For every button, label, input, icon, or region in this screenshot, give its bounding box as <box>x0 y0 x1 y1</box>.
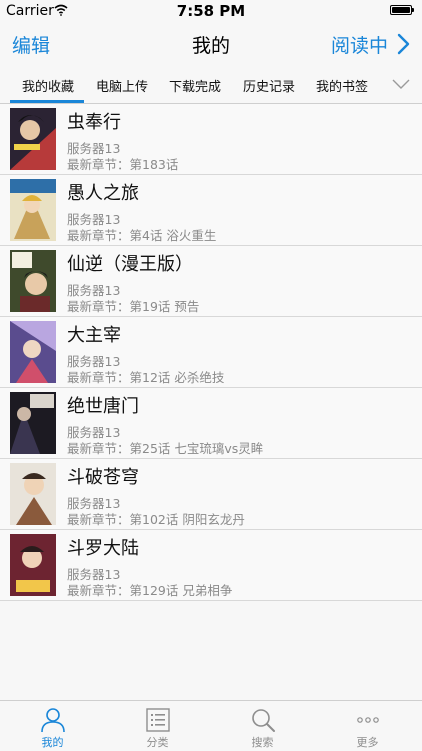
cover-image <box>10 463 56 525</box>
cover-image <box>10 321 56 383</box>
cover-image <box>10 534 56 596</box>
comic-title: 仙逆（漫王版） <box>67 254 193 275</box>
search-icon <box>252 709 275 732</box>
tab-pc-upload[interactable]: 电脑上传 <box>96 76 148 95</box>
tabbar-item-search[interactable]: 搜索 <box>210 701 315 751</box>
chevron-down-icon[interactable] <box>392 78 410 90</box>
bottom-tab-bar: 我的 分类 搜索 更多 <box>0 700 422 750</box>
cover-image <box>10 392 56 454</box>
list-item[interactable]: 斗罗大陆 服务器13 最新章节：第129话 兄弟相争 <box>0 530 422 601</box>
tab-history[interactable]: 历史记录 <box>243 76 295 95</box>
cover-image <box>10 250 56 312</box>
comic-title: 绝世唐门 <box>67 396 139 417</box>
comic-latest-chapter: 最新章节：第25话 七宝琉璃vs灵眸 <box>67 441 264 456</box>
reading-button[interactable]: 阅读中 <box>331 31 388 58</box>
list-item[interactable]: 仙逆（漫王版） 服务器13 最新章节：第19话 预告 <box>0 246 422 317</box>
segment-tabs: 我的收藏 电脑上传 下载完成 历史记录 我的书签 <box>0 66 422 104</box>
tabbar-item-category[interactable]: 分类 <box>105 701 210 751</box>
comic-latest-chapter: 最新章节：第129话 兄弟相争 <box>67 583 233 598</box>
comic-latest-chapter: 最新章节：第102话 阴阳玄龙丹 <box>67 512 245 527</box>
tabbar-label: 分类 <box>146 736 169 749</box>
tabbar-item-mine[interactable]: 我的 <box>0 701 105 751</box>
comic-latest-chapter: 最新章节：第183话 <box>67 157 179 172</box>
more-icon <box>357 717 379 723</box>
tabbar-item-more[interactable]: 更多 <box>315 701 420 751</box>
comic-latest-chapter: 最新章节：第4话 浴火重生 <box>67 228 217 243</box>
comic-list: 虫奉行 服务器13 最新章节：第183话 愚人之旅 服务器13 最新章节：第4话… <box>0 104 422 700</box>
list-item[interactable]: 绝世唐门 服务器13 最新章节：第25话 七宝琉璃vs灵眸 <box>0 388 422 459</box>
comic-latest-chapter: 最新章节：第19话 预告 <box>67 299 200 314</box>
navigation-bar: 编辑 我的 阅读中 <box>0 22 422 66</box>
cover-image <box>10 179 56 241</box>
comic-title: 斗破苍穹 <box>67 467 139 488</box>
cover-image <box>10 108 56 170</box>
list-item[interactable]: 虫奉行 服务器13 最新章节：第183话 <box>0 104 422 175</box>
tab-bookmarks[interactable]: 我的书签 <box>316 76 368 95</box>
comic-latest-chapter: 最新章节：第12话 必杀绝技 <box>67 370 225 385</box>
comic-title: 虫奉行 <box>67 112 121 133</box>
tabbar-label: 我的 <box>41 736 64 749</box>
clock: 7:58 PM <box>176 2 246 20</box>
comic-title: 大主宰 <box>67 325 121 346</box>
list-icon <box>146 708 170 732</box>
status-bar: Carrier 7:58 PM <box>0 0 422 22</box>
tab-favorites[interactable]: 我的收藏 <box>22 76 74 95</box>
list-item[interactable]: 斗破苍穹 服务器13 最新章节：第102话 阴阳玄龙丹 <box>0 459 422 530</box>
tabbar-label: 搜索 <box>251 736 274 749</box>
list-item[interactable]: 大主宰 服务器13 最新章节：第12话 必杀绝技 <box>0 317 422 388</box>
comic-title: 斗罗大陆 <box>67 538 139 559</box>
tabbar-label: 更多 <box>356 736 379 749</box>
tab-downloaded[interactable]: 下载完成 <box>169 76 221 95</box>
battery-icon <box>390 5 414 15</box>
list-item[interactable]: 愚人之旅 服务器13 最新章节：第4话 浴火重生 <box>0 175 422 246</box>
person-icon <box>41 708 65 733</box>
active-tab-indicator <box>10 100 84 103</box>
comic-title: 愚人之旅 <box>67 183 139 204</box>
chevron-right-icon[interactable] <box>396 33 410 55</box>
